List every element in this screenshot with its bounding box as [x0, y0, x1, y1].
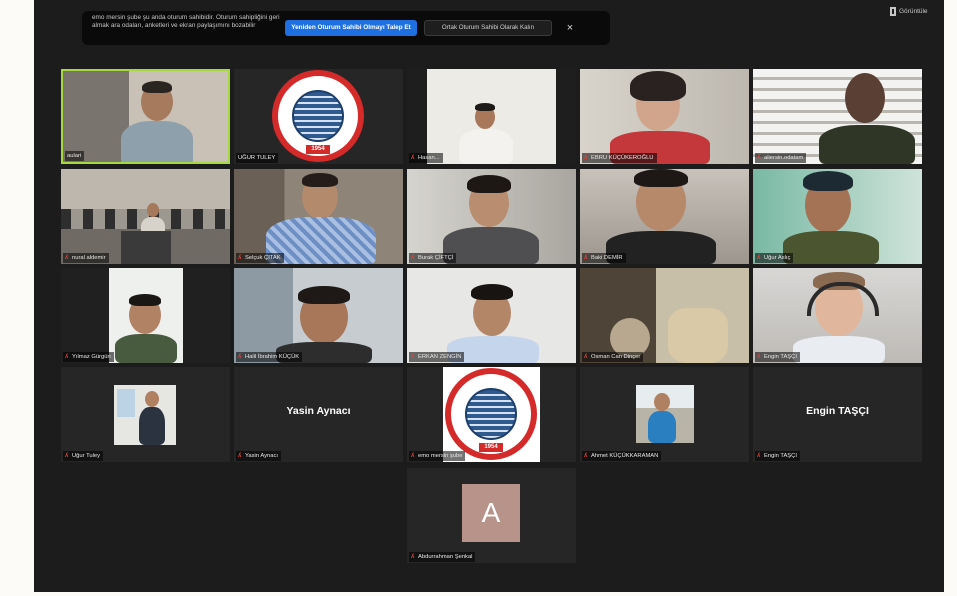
participant-name: ʎ emo mersin şube: [409, 451, 466, 461]
participant-name: ʎ Uğur Tuley: [63, 451, 104, 461]
participant-name: ʎ Yasin Aynacı: [236, 451, 281, 461]
video-tile[interactable]: aulari: [61, 69, 230, 164]
video-tile[interactable]: ʎ aliersin.odatam: [753, 69, 922, 164]
video-tile[interactable]: ʎ Hasan...: [407, 69, 576, 164]
host-notification-banner: emo mersin şube şu anda oturum sahibidir…: [82, 11, 610, 45]
video-tile[interactable]: ʎ EBRU KÜÇÜKEROĞLU: [580, 69, 749, 164]
view-label: Görüntüle: [899, 8, 928, 15]
muted-mic-icon: ʎ: [238, 255, 242, 261]
video-tile[interactable]: ʎ Burak ÇİFTÇİ: [407, 169, 576, 264]
muted-mic-icon: ʎ: [584, 155, 588, 161]
participant-name: ʎ Engin TAŞÇI: [755, 352, 800, 362]
video-tile[interactable]: Yasin Aynacı ʎ Yasin Aynacı: [234, 367, 403, 462]
muted-mic-icon: ʎ: [757, 255, 761, 261]
video-tile[interactable]: ʎ Halil İbrahim KÜÇÜK: [234, 268, 403, 363]
participant-display-name: Yasin Aynacı: [286, 405, 351, 417]
participant-name: ʎ EBRU KÜÇÜKEROĞLU: [582, 153, 657, 163]
participant-name: ʎ aliersin.odatam: [755, 153, 807, 163]
video-tile[interactable]: ʎ Selçuk ÇITAK: [234, 169, 403, 264]
muted-mic-icon: ʎ: [411, 155, 415, 161]
participant-name: ʎ Yılmaz Gürgün: [63, 352, 114, 362]
muted-mic-icon: ʎ: [411, 354, 415, 360]
participant-name: ʎ Selçuk ÇITAK: [236, 253, 284, 263]
participant-name: UĞUR TULEY: [236, 153, 279, 163]
video-tile[interactable]: 1954 UĞUR TULEY: [234, 69, 403, 164]
video-tile[interactable]: ʎ Ahmet KÜÇÜKKARAMAN: [580, 367, 749, 462]
muted-mic-icon: ʎ: [757, 453, 761, 459]
muted-mic-icon: ʎ: [238, 354, 242, 360]
muted-mic-icon: ʎ: [757, 155, 761, 161]
gallery-view-icon: [890, 6, 896, 16]
emo-logo: 1954: [445, 368, 537, 460]
participant-name: ʎ Hasan...: [409, 153, 443, 163]
muted-mic-icon: ʎ: [65, 255, 69, 261]
participant-name: ʎ Baki DEMİR: [582, 253, 626, 263]
video-tile[interactable]: ʎ Uğur Tuley: [61, 367, 230, 462]
video-tile[interactable]: ʎ Baki DEMİR: [580, 169, 749, 264]
muted-mic-icon: ʎ: [411, 453, 415, 459]
view-toggle-button[interactable]: Görüntüle: [890, 6, 928, 18]
participant-name: ʎ ERKAN ZENGİN: [409, 352, 465, 362]
participant-name: ʎ Burak ÇİFTÇİ: [409, 253, 457, 263]
video-tile[interactable]: A ʎ Abdurrahman Şenkal: [407, 468, 576, 563]
participant-name: aulari: [65, 151, 85, 161]
muted-mic-icon: ʎ: [757, 354, 761, 360]
muted-mic-icon: ʎ: [238, 453, 242, 459]
muted-mic-icon: ʎ: [584, 453, 588, 459]
participant-name: ʎ Uğur Aslıç: [755, 253, 794, 263]
video-tile[interactable]: Engin TAŞÇI ʎ Engin TAŞÇI: [753, 367, 922, 462]
emo-logo: 1954: [272, 70, 364, 162]
muted-mic-icon: ʎ: [65, 354, 69, 360]
avatar: A: [462, 484, 520, 542]
participant-name: ʎ nural aldemir: [63, 253, 109, 263]
participant-display-name: Engin TAŞÇI: [806, 405, 869, 417]
video-tile[interactable]: ʎ Yılmaz Gürgün: [61, 268, 230, 363]
video-tile[interactable]: 1954 ʎ emo mersin şube: [407, 367, 576, 462]
muted-mic-icon: ʎ: [65, 453, 69, 459]
muted-mic-icon: ʎ: [411, 554, 415, 560]
reclaim-host-button[interactable]: Yeniden Oturum Sahibi Olmayı Talep Et: [285, 20, 417, 36]
video-tile[interactable]: ʎ nural aldemir: [61, 169, 230, 264]
video-tile[interactable]: ʎ Engin TAŞÇI: [753, 268, 922, 363]
participant-name: ʎ Osman Can Dinçer: [582, 352, 644, 362]
video-tile[interactable]: ʎ Uğur Aslıç: [753, 169, 922, 264]
participant-name: ʎ Abdurrahman Şenkal: [409, 552, 476, 562]
meeting-window: emo mersin şube şu anda oturum sahibidir…: [34, 0, 944, 592]
participant-name: ʎ Engin TAŞÇI: [755, 451, 800, 461]
banner-message: emo mersin şube şu anda oturum sahibidir…: [92, 14, 280, 30]
close-icon[interactable]: ×: [562, 20, 578, 36]
participant-name: ʎ Halil İbrahim KÜÇÜK: [236, 352, 303, 362]
video-tile[interactable]: ʎ Osman Can Dinçer: [580, 268, 749, 363]
muted-mic-icon: ʎ: [584, 354, 588, 360]
muted-mic-icon: ʎ: [584, 255, 588, 261]
muted-mic-icon: ʎ: [411, 255, 415, 261]
video-tile[interactable]: ʎ ERKAN ZENGİN: [407, 268, 576, 363]
stay-cohost-button[interactable]: Ortak Oturum Sahibi Olarak Kalın: [424, 20, 552, 36]
participant-name: ʎ Ahmet KÜÇÜKKARAMAN: [582, 451, 662, 461]
